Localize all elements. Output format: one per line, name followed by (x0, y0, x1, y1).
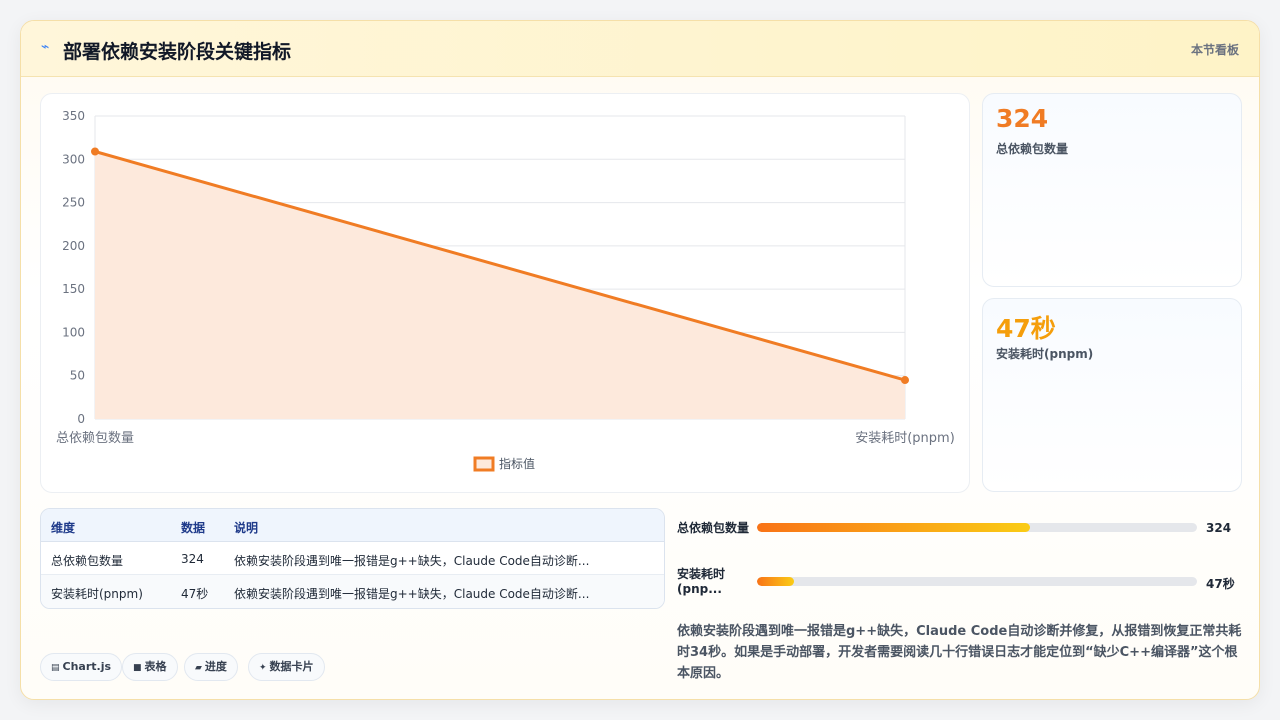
progress-row-total-packages: 总依赖包数量 324 (677, 519, 1237, 555)
tag-label: Chart.js (62, 660, 112, 673)
stat-label: 总依赖包数量 (996, 142, 1069, 156)
tag-label: 数据卡片 (269, 660, 314, 673)
chart-card: 0 50 100 150 200 250 300 350 总依赖包数量 安装耗时(pnpm) 指标值 (40, 93, 970, 493)
table-row: 总依赖包数量 324 依赖安装阶段遇到唯一报错是g++缺失，Claude Cod… (41, 542, 664, 575)
stat-value: 324 (996, 104, 1049, 133)
table-cell: 47秒 (181, 587, 209, 601)
progress-value: 47秒 (1206, 577, 1235, 591)
panel-header: ⌁ 部署依赖安装阶段关键指标 本节看板 (21, 21, 1259, 77)
table-cell: 总依赖包数量 (51, 554, 124, 568)
x-tick-label: 总依赖包数量 (56, 431, 134, 446)
table-cell: 依赖安装阶段遇到唯一报错是g++缺失，Claude Code自动诊断... (234, 554, 590, 568)
table-icon: ■ (133, 663, 142, 673)
lightning-icon: ⌁ (41, 39, 50, 55)
area-chart: 0 50 100 150 200 250 300 350 总依赖包数量 安装耗时(pnpm) 指标值 (56, 109, 955, 472)
table-row: 安装耗时(pnpm) 47秒 依赖安装阶段遇到唯一报错是g++缺失，Claude… (41, 575, 664, 608)
progress-label: 总依赖包数量 (677, 521, 750, 535)
table-cell: 依赖安装阶段遇到唯一报错是g++缺失，Claude Code自动诊断... (234, 587, 590, 601)
progress-fill (757, 577, 795, 586)
y-tick-label: 100 (62, 325, 85, 339)
y-tick-label: 300 (62, 152, 85, 166)
progress-icon: ▰ (195, 663, 202, 673)
tag-progress[interactable]: ▰ 进度 (184, 653, 238, 681)
x-tick-label: 安装耗时(pnpm) (855, 431, 955, 446)
tag-data-card[interactable]: ✦ 数据卡片 (248, 653, 325, 681)
tag-label: 表格 (144, 660, 167, 673)
legend-label: 指标值 (499, 456, 535, 471)
metrics-table: 维度 数据 说明 总依赖包数量 324 依赖安装阶段遇到唯一报错是g++缺失，C… (40, 508, 665, 609)
dashboard-panel: ⌁ 部署依赖安装阶段关键指标 本节看板 0 50 100 150 200 250 300 35… (20, 20, 1260, 700)
header-section-label: 本节看板 (1190, 43, 1239, 57)
table-cell: 324 (181, 552, 204, 566)
table-cell: 安装耗时(pnpm) (51, 587, 143, 601)
chart-icon: ▤ (51, 663, 60, 673)
data-point (91, 147, 99, 156)
progress-fill (757, 523, 1030, 532)
progress-label: 安装耗时 (pnp... (677, 567, 726, 596)
tag-table[interactable]: ■ 表格 (122, 653, 178, 681)
tag-chartjs[interactable]: ▤ Chart.js (40, 653, 123, 681)
progress-value: 324 (1206, 521, 1232, 535)
y-tick-label: 200 (62, 239, 85, 253)
table-header-row: 维度 数据 说明 (41, 509, 664, 542)
table-header-note: 说明 (234, 521, 259, 535)
table-header-dimension: 维度 (51, 521, 76, 535)
progress-track (757, 577, 1197, 586)
page-title: 部署依赖安装阶段关键指标 (63, 41, 292, 63)
y-tick-label: 150 (62, 282, 85, 296)
y-tick-label: 350 (62, 109, 85, 123)
stat-value: 47秒 (996, 314, 1056, 343)
series-area (95, 151, 905, 419)
data-point (901, 376, 909, 385)
progress-track (757, 523, 1197, 532)
card-icon: ✦ (259, 663, 267, 673)
y-tick-label: 50 (70, 369, 85, 383)
progress-row-install-time: 安装耗时 (pnp... 47秒 (677, 567, 1237, 603)
y-tick-label: 0 (77, 412, 85, 426)
stat-label: 安装耗时(pnpm) (996, 347, 1094, 361)
legend-swatch (473, 456, 495, 472)
description-text: 依赖安装阶段遇到唯一报错是g++缺失，Claude Code自动诊断并修复，从报… (677, 624, 1242, 681)
y-tick-label: 250 (62, 196, 85, 210)
tag-label: 进度 (204, 660, 227, 673)
stat-card-total-packages: 324 总依赖包数量 (982, 93, 1242, 287)
table-header-data: 数据 (181, 521, 206, 535)
stat-card-install-time: 47秒 安装耗时(pnpm) (982, 298, 1242, 492)
